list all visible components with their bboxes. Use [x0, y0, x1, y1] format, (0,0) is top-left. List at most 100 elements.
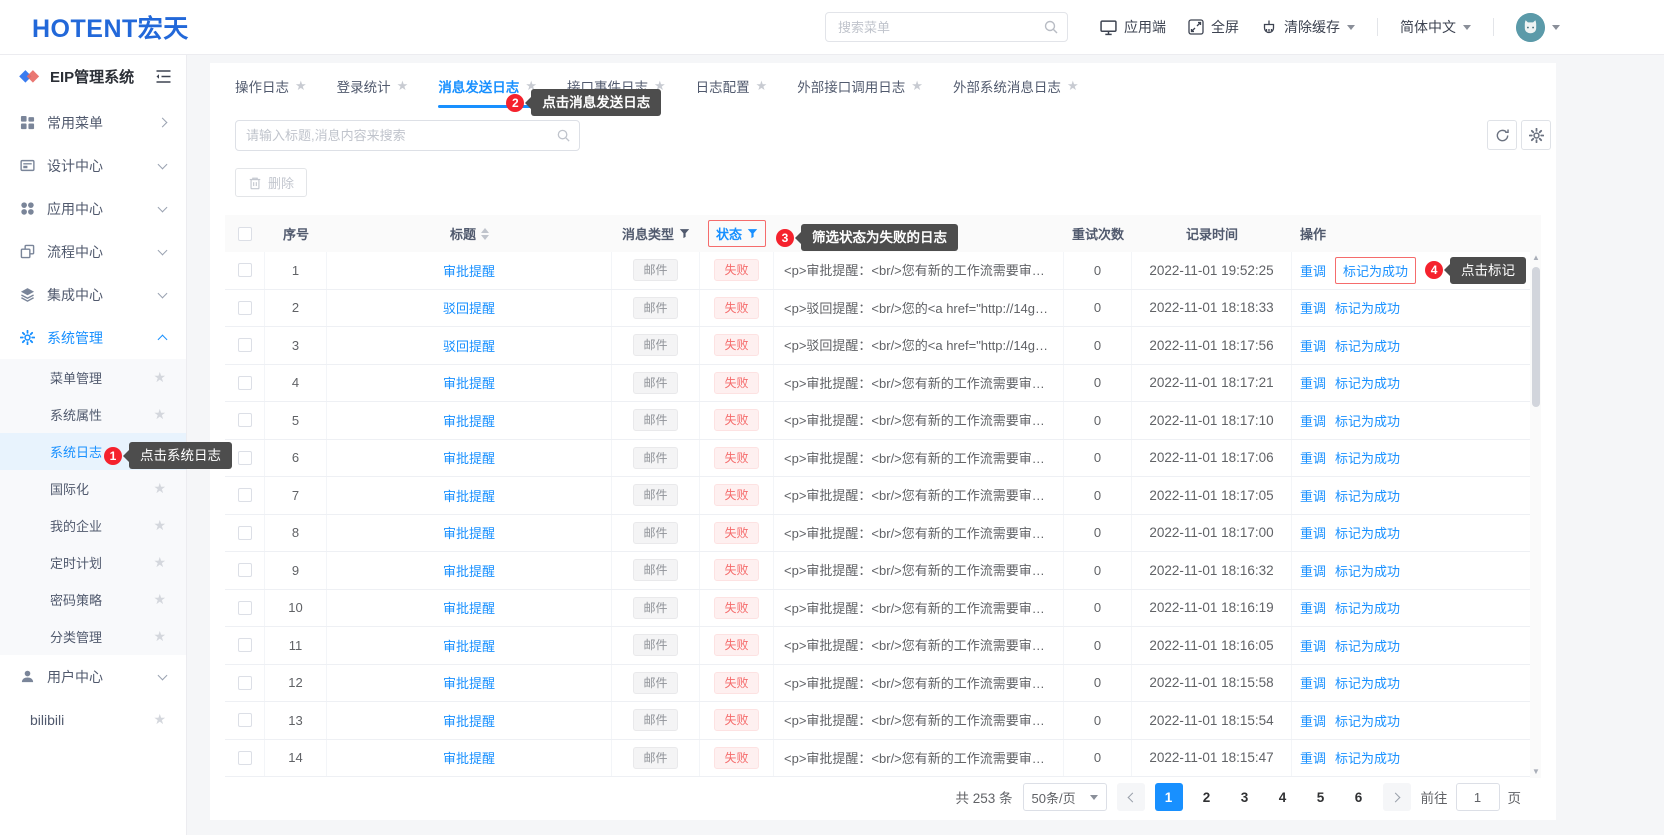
mark-success-link[interactable]: 标记为成功: [1335, 373, 1400, 392]
retry-link[interactable]: 重调: [1300, 261, 1326, 280]
row-checkbox[interactable]: [238, 526, 252, 540]
goto-page-input[interactable]: [1456, 783, 1500, 811]
row-checkbox[interactable]: [238, 413, 252, 427]
scroll-down-arrow[interactable]: ▼: [1530, 766, 1541, 778]
row-checkbox[interactable]: [238, 676, 252, 690]
sidebar-item-flow-center[interactable]: 流程中心: [0, 230, 186, 273]
retry-link[interactable]: 重调: [1300, 673, 1326, 692]
sidebar-item-internationalization[interactable]: 国际化★: [0, 470, 186, 507]
next-page-button[interactable]: [1383, 783, 1411, 811]
mark-success-link[interactable]: 标记为成功: [1335, 748, 1400, 767]
mark-success-link[interactable]: 标记为成功: [1335, 673, 1400, 692]
fullscreen-button[interactable]: 全屏: [1188, 17, 1239, 37]
sidebar-item-menu-management[interactable]: 菜单管理★: [0, 359, 186, 396]
select-all-checkbox[interactable]: [238, 227, 252, 241]
page-button-5[interactable]: 5: [1307, 783, 1335, 811]
favorite-star-icon[interactable]: ★: [397, 78, 409, 94]
favorite-star-icon[interactable]: ★: [1067, 78, 1079, 94]
column-settings-button[interactable]: [1521, 120, 1551, 150]
row-title-link[interactable]: 审批提醒: [443, 373, 495, 392]
favorite-star-icon[interactable]: ★: [153, 591, 166, 608]
retry-link[interactable]: 重调: [1300, 523, 1326, 542]
row-checkbox[interactable]: [238, 638, 252, 652]
retry-link[interactable]: 重调: [1300, 636, 1326, 655]
menu-search-input[interactable]: [825, 12, 1068, 42]
row-title-link[interactable]: 审批提醒: [443, 748, 495, 767]
sidebar-item-user-center[interactable]: 用户中心: [0, 655, 186, 698]
app-client-button[interactable]: 应用端: [1100, 17, 1166, 37]
row-checkbox[interactable]: [238, 563, 252, 577]
row-title-link[interactable]: 审批提醒: [443, 261, 495, 280]
retry-link[interactable]: 重调: [1300, 711, 1326, 730]
user-menu[interactable]: [1516, 13, 1560, 42]
page-button-4[interactable]: 4: [1269, 783, 1297, 811]
retry-link[interactable]: 重调: [1300, 448, 1326, 467]
sidebar-item-system-log[interactable]: 系统日志 1 点击系统日志: [0, 433, 186, 470]
sidebar-item-category-management[interactable]: 分类管理★: [0, 618, 186, 655]
mark-success-link[interactable]: 标记为成功: [1335, 448, 1400, 467]
row-checkbox[interactable]: [238, 338, 252, 352]
avatar[interactable]: [1516, 13, 1545, 42]
row-checkbox[interactable]: [238, 751, 252, 765]
row-title-link[interactable]: 审批提醒: [443, 523, 495, 542]
row-title-link[interactable]: 审批提醒: [443, 561, 495, 580]
row-title-link[interactable]: 审批提醒: [443, 448, 495, 467]
refresh-button[interactable]: [1487, 120, 1517, 150]
sidebar-item-common-menu[interactable]: 常用菜单: [0, 101, 186, 144]
favorite-star-icon[interactable]: ★: [153, 554, 166, 571]
page-button-3[interactable]: 3: [1231, 783, 1259, 811]
sidebar-item-system-management[interactable]: 系统管理: [0, 316, 186, 359]
filter-icon[interactable]: [747, 228, 758, 239]
sidebar-item-bilibili[interactable]: bilibili ★: [0, 698, 186, 741]
prev-page-button[interactable]: [1117, 783, 1145, 811]
row-checkbox[interactable]: [238, 601, 252, 615]
filter-icon[interactable]: [679, 228, 690, 239]
favorite-star-icon[interactable]: ★: [911, 78, 923, 94]
page-button-6[interactable]: 6: [1345, 783, 1373, 811]
mark-success-link[interactable]: 标记为成功: [1335, 711, 1400, 730]
tab-external-system-message-log[interactable]: 外部系统消息日志★: [953, 63, 1079, 108]
mark-success-link[interactable]: 标记为成功: [1335, 561, 1400, 580]
favorite-star-icon[interactable]: ★: [153, 406, 166, 423]
scrollbar-thumb[interactable]: [1532, 267, 1540, 407]
row-title-link[interactable]: 审批提醒: [443, 636, 495, 655]
favorite-star-icon[interactable]: ★: [153, 628, 166, 645]
mark-success-link[interactable]: 标记为成功: [1335, 411, 1400, 430]
clear-cache-button[interactable]: 清除缓存: [1261, 17, 1355, 37]
favorite-star-icon[interactable]: ★: [153, 517, 166, 534]
tab-login-statistics[interactable]: 登录统计★: [337, 63, 409, 108]
page-button-2[interactable]: 2: [1193, 783, 1221, 811]
sidebar-item-scheduled-plan[interactable]: 定时计划★: [0, 544, 186, 581]
retry-link[interactable]: 重调: [1300, 486, 1326, 505]
mark-success-link[interactable]: 标记为成功: [1335, 486, 1400, 505]
scroll-up-arrow[interactable]: ▲: [1530, 252, 1541, 264]
retry-link[interactable]: 重调: [1300, 748, 1326, 767]
row-title-link[interactable]: 审批提醒: [443, 411, 495, 430]
row-title-link[interactable]: 审批提醒: [443, 486, 495, 505]
sidebar-item-system-properties[interactable]: 系统属性★: [0, 396, 186, 433]
table-search-input[interactable]: [235, 120, 580, 151]
retry-link[interactable]: 重调: [1300, 373, 1326, 392]
favorite-star-icon[interactable]: ★: [153, 369, 166, 386]
retry-link[interactable]: 重调: [1300, 561, 1326, 580]
language-selector[interactable]: 简体中文: [1400, 17, 1471, 37]
row-checkbox[interactable]: [238, 301, 252, 315]
favorite-star-icon[interactable]: ★: [153, 711, 166, 728]
row-title-link[interactable]: 审批提醒: [443, 711, 495, 730]
favorite-star-icon[interactable]: ★: [295, 78, 307, 94]
delete-button[interactable]: 删除: [235, 168, 307, 197]
mark-success-link[interactable]: 标记为成功: [1335, 257, 1416, 284]
row-title-link[interactable]: 驳回提醒: [443, 298, 495, 317]
row-checkbox[interactable]: [238, 713, 252, 727]
row-title-link[interactable]: 审批提醒: [443, 598, 495, 617]
sidebar-item-app-center[interactable]: 应用中心: [0, 187, 186, 230]
page-button-1[interactable]: 1: [1155, 783, 1183, 811]
status-filter-highlight[interactable]: 状态: [708, 220, 766, 247]
mark-success-link[interactable]: 标记为成功: [1335, 298, 1400, 317]
row-checkbox[interactable]: [238, 488, 252, 502]
retry-link[interactable]: 重调: [1300, 298, 1326, 317]
mark-success-link[interactable]: 标记为成功: [1335, 598, 1400, 617]
tab-log-config[interactable]: 日志配置★: [696, 63, 768, 108]
mark-success-link[interactable]: 标记为成功: [1335, 336, 1400, 355]
tab-message-send-log[interactable]: 消息发送日志★ 2 点击消息发送日志: [438, 63, 537, 108]
